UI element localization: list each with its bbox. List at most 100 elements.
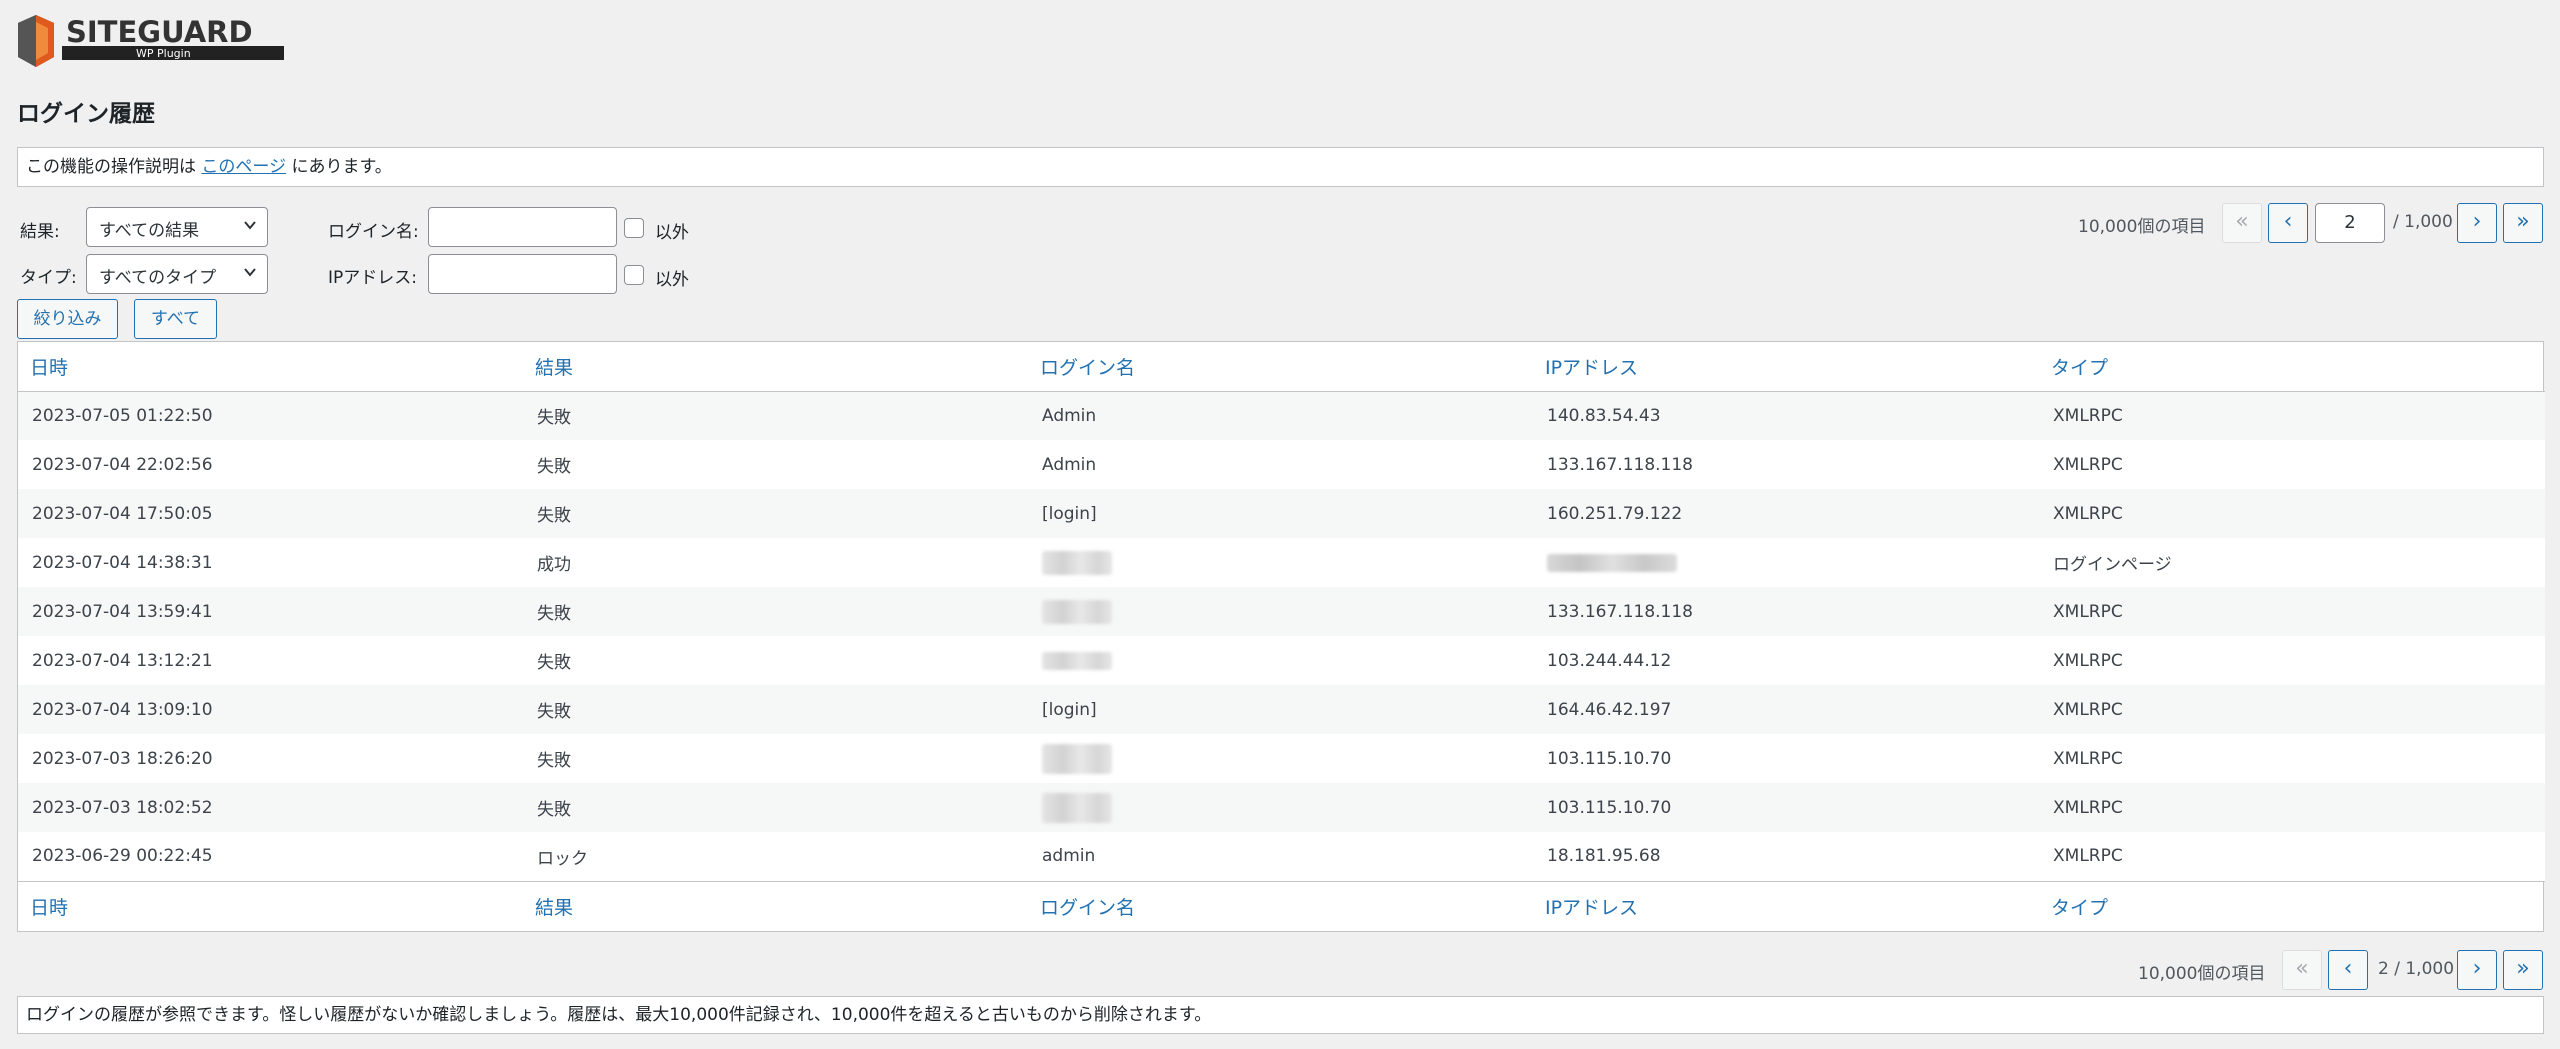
cell-result: 失敗 (523, 391, 1028, 440)
cell-ip-address: 103.115.10.70 (1533, 734, 2039, 783)
last-page-button-bottom[interactable]: » (2503, 950, 2543, 990)
cell-result: 成功 (523, 538, 1028, 587)
table-row: 2023-07-04 13:09:10 失敗 [login] 164.46.42… (18, 685, 2545, 734)
cell-datetime: 2023-07-04 14:38:31 (18, 538, 523, 587)
column-header-login-name[interactable]: ログイン名 (1028, 342, 1533, 392)
table-row: 2023-07-04 22:02:56 失敗 Admin 133.167.118… (18, 440, 2545, 489)
table-row: 2023-07-04 13:12:21 失敗 103.244.44.12 XML… (18, 636, 2545, 685)
cell-result: 失敗 (523, 783, 1028, 832)
cell-login-name (1028, 783, 1533, 832)
table-row: 2023-07-03 18:02:52 失敗 103.115.10.70 XML… (18, 783, 2545, 832)
cell-type: XMLRPC (2039, 685, 2545, 734)
prev-page-button-bottom[interactable]: ‹ (2328, 950, 2368, 990)
siteguard-logo: SITEGUARD WP Plugin (16, 12, 296, 70)
first-page-button: « (2222, 203, 2262, 243)
table-row: 2023-07-05 01:22:50 失敗 Admin 140.83.54.4… (18, 391, 2545, 440)
filter-button[interactable]: 絞り込み (17, 299, 118, 339)
column-header-ip-address[interactable]: IPアドレス (1533, 342, 2039, 392)
cell-datetime: 2023-07-05 01:22:50 (18, 391, 523, 440)
cell-result: 失敗 (523, 587, 1028, 636)
cell-datetime: 2023-07-04 13:12:21 (18, 636, 523, 685)
cell-ip-address: 133.167.118.118 (1533, 440, 2039, 489)
table-row: 2023-07-04 13:59:41 失敗 133.167.118.118 X… (18, 587, 2545, 636)
cell-ip-address: 133.167.118.118 (1533, 587, 2039, 636)
table-footer-row: 日時 結果 ログイン名 IPアドレス タイプ (18, 880, 2545, 931)
cell-result: 失敗 (523, 734, 1028, 783)
cell-datetime: 2023-07-03 18:26:20 (18, 734, 523, 783)
redacted-login-name (1042, 792, 1112, 823)
redacted-login-name (1042, 651, 1112, 670)
type-filter-value: すべてのタイプ (99, 268, 217, 288)
login-name-except-label: 以外 (655, 223, 689, 243)
cell-login-name: Admin (1028, 440, 1533, 489)
cell-type: XMLRPC (2039, 636, 2545, 685)
help-notice: この機能の操作説明は このページ にあります。 (17, 147, 2544, 187)
cell-ip-address: 103.244.44.12 (1533, 636, 2039, 685)
help-page-link[interactable]: このページ (201, 157, 286, 177)
column-footer-type[interactable]: タイプ (2039, 880, 2545, 931)
column-footer-login-name[interactable]: ログイン名 (1028, 880, 1533, 931)
cell-result: 失敗 (523, 636, 1028, 685)
column-header-datetime[interactable]: 日時 (18, 342, 523, 392)
item-count-top: 10,000個の項目 (2078, 217, 2206, 237)
column-header-type[interactable]: タイプ (2039, 342, 2545, 392)
ip-address-label: IPアドレス: (328, 268, 417, 288)
cell-type: XMLRPC (2039, 440, 2545, 489)
result-filter-select[interactable]: すべての結果 (86, 207, 268, 247)
page-title: ログイン履歴 (17, 101, 155, 127)
cell-ip-address: 160.251.79.122 (1533, 489, 2039, 538)
result-filter-value: すべての結果 (99, 221, 200, 241)
notice-text-before: この機能の操作説明は (26, 157, 196, 177)
column-footer-result[interactable]: 結果 (523, 880, 1028, 931)
footer-description: ログインの履歴が参照できます。怪しい履歴がないか確認しましょう。履歴は、最大10… (17, 996, 2544, 1034)
cell-datetime: 2023-07-04 13:59:41 (18, 587, 523, 636)
chevron-down-icon (244, 268, 256, 277)
cell-type: ログインページ (2039, 538, 2545, 587)
notice-text-after: にあります。 (291, 157, 392, 177)
table-row: 2023-07-04 14:38:31 成功 ログインページ (18, 538, 2545, 587)
login-history-table: 日時 結果 ログイン名 IPアドレス タイプ 2023-07-05 01:22:… (17, 341, 2545, 932)
cell-result: ロック (523, 832, 1028, 881)
chevron-down-icon (244, 221, 256, 230)
cell-ip-address: 164.46.42.197 (1533, 685, 2039, 734)
cell-login-name: admin (1028, 832, 1533, 881)
next-page-button-bottom[interactable]: › (2457, 950, 2497, 990)
type-filter-select[interactable]: すべてのタイプ (86, 254, 268, 294)
column-footer-datetime[interactable]: 日時 (18, 880, 523, 931)
current-page-input[interactable]: 2 (2315, 203, 2385, 243)
login-name-input[interactable] (428, 207, 617, 247)
cell-ip-address: 140.83.54.43 (1533, 391, 2039, 440)
show-all-button[interactable]: すべて (134, 299, 217, 339)
login-name-label: ログイン名: (328, 222, 419, 242)
result-filter-label: 結果: (20, 222, 60, 242)
ip-address-except-checkbox[interactable] (624, 265, 644, 285)
last-page-button[interactable]: » (2503, 203, 2543, 243)
type-filter-label: タイプ: (20, 268, 77, 288)
column-header-result[interactable]: 結果 (523, 342, 1028, 392)
redacted-login-name (1042, 550, 1112, 575)
table-header-row: 日時 結果 ログイン名 IPアドレス タイプ (18, 342, 2545, 392)
ip-address-input[interactable] (428, 254, 617, 294)
cell-type: XMLRPC (2039, 783, 2545, 832)
cell-ip-address: 18.181.95.68 (1533, 832, 2039, 881)
cell-type: XMLRPC (2039, 832, 2545, 881)
table-row: 2023-07-03 18:26:20 失敗 103.115.10.70 XML… (18, 734, 2545, 783)
column-footer-ip-address[interactable]: IPアドレス (1533, 880, 2039, 931)
cell-result: 失敗 (523, 685, 1028, 734)
next-page-button[interactable]: › (2457, 203, 2497, 243)
cell-ip-address: 103.115.10.70 (1533, 783, 2039, 832)
redacted-ip-address (1547, 553, 1677, 572)
cell-login-name (1028, 636, 1533, 685)
cell-type: XMLRPC (2039, 489, 2545, 538)
redacted-login-name (1042, 599, 1112, 624)
redacted-login-name (1042, 743, 1112, 774)
cell-datetime: 2023-06-29 00:22:45 (18, 832, 523, 881)
cell-result: 失敗 (523, 440, 1028, 489)
table-row: 2023-06-29 00:22:45 ロック admin 18.181.95.… (18, 832, 2545, 881)
cell-login-name: [login] (1028, 489, 1533, 538)
cell-type: XMLRPC (2039, 734, 2545, 783)
prev-page-button[interactable]: ‹ (2268, 203, 2308, 243)
login-name-except-checkbox[interactable] (624, 218, 644, 238)
cell-login-name (1028, 734, 1533, 783)
total-pages-top: / 1,000 (2393, 212, 2453, 232)
